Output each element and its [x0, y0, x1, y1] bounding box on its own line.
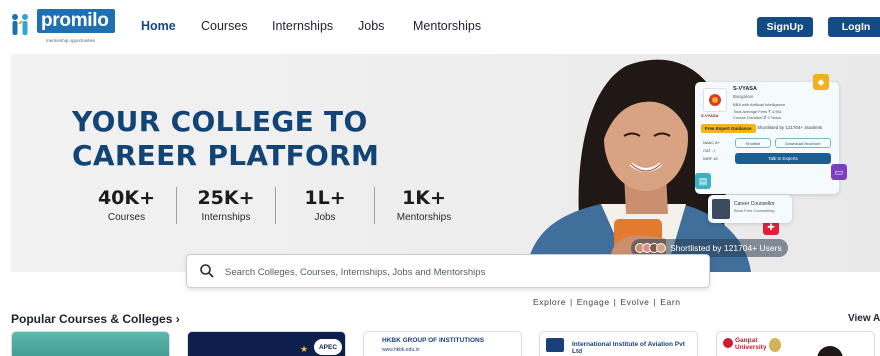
institute-logo-icon [546, 338, 564, 352]
course-card[interactable] [11, 331, 170, 356]
college-meta: NAAC A+ [703, 140, 721, 145]
signup-button[interactable]: SignUp [757, 17, 813, 37]
expert-guidance-badge: Free Expert Guidance [701, 124, 756, 133]
stat-value: 25K+ [197, 187, 255, 209]
avatar [656, 243, 666, 253]
college-title: HKBK GROUP OF INSTITUTIONS [382, 337, 485, 344]
popular-section-title[interactable]: Popular Courses & Colleges › [11, 312, 180, 326]
login-button[interactable]: LogIn [828, 17, 880, 37]
view-all-link[interactable]: View All [848, 313, 880, 324]
nav-courses[interactable]: Courses [201, 19, 248, 33]
college-location: Bangalore [733, 94, 754, 99]
college-duration: Course Duration ⏱ 2 Years [733, 115, 781, 120]
emblem-icon [769, 338, 781, 352]
user-avatars [635, 243, 666, 253]
stat-internships: 25K+ Internships [176, 187, 275, 224]
counselor-avatar [712, 199, 730, 219]
logo-wordmark: promilo [37, 9, 115, 33]
shortlist-button[interactable]: Shortlist [735, 138, 771, 148]
stat-value: 1L+ [304, 187, 346, 209]
logo-tagline: mentorship opportunities [46, 38, 96, 43]
course-card[interactable]: International Institute of Aviation Pvt … [539, 331, 698, 356]
course-card[interactable]: Ganpat University [716, 331, 875, 356]
promilo-logo[interactable]: promilo mentorship opportunities [10, 9, 115, 43]
course-card[interactable]: ★ APEC [187, 331, 346, 356]
shortlisted-text: Shortlisted by 121704+ Users [670, 243, 782, 253]
stat-label: Jobs [314, 212, 336, 223]
popular-title-text: Popular Courses & Colleges [11, 312, 173, 326]
search-input[interactable] [225, 263, 695, 281]
people-logo-icon [10, 13, 34, 39]
college-meta: NIRF #2 [703, 156, 718, 161]
nav-mentorships[interactable]: Mentorships [413, 19, 481, 33]
nav-home[interactable]: Home [141, 19, 176, 33]
talk-to-experts-button[interactable]: Talk to Experts [735, 153, 831, 164]
star-icon: ★ [300, 344, 309, 354]
counselor-subtitle: Book Free Counselling [734, 208, 775, 213]
top-navbar: promilo mentorship opportunities Home Co… [0, 0, 880, 54]
stat-mentorships: 1K+ Mentorships [374, 187, 473, 224]
download-brochure-button[interactable]: Download Brochure [775, 138, 831, 148]
shortlisted-count: Shortlisted by 121704+ Students [757, 125, 823, 130]
course-card[interactable]: HKBK GROUP OF INSTITUTIONS www.hkbk.edu.… [363, 331, 522, 356]
cube-icon: ◆ [813, 74, 829, 90]
hero-title: YOUR COLLEGE TO CAREER PLATFORM [72, 105, 380, 172]
tagline: Explore | Engage | Evolve | Earn [533, 297, 681, 307]
college-logo-icon [703, 88, 727, 112]
search-icon [200, 264, 214, 278]
document-icon: ▤ [695, 173, 711, 189]
college-title: International Institute of Aviation Pvt … [572, 341, 685, 355]
college-logo-text: S-VYASA [701, 113, 719, 118]
college-website: www.hkbk.edu.in [382, 347, 420, 353]
stat-value: 1K+ [402, 187, 446, 209]
college-course: BBA with Artificial Intelligence [733, 102, 786, 107]
hero-banner: YOUR COLLEGE TO CAREER PLATFORM 40K+ Cou… [11, 54, 880, 272]
stat-label: Internships [201, 212, 251, 223]
apec-logo: APEC [314, 339, 342, 355]
chat-icon: ▭ [831, 164, 847, 180]
university-logo-icon [723, 338, 733, 348]
college-title: Ganpat University [735, 337, 767, 351]
stat-label: Mentorships [396, 212, 452, 223]
stat-value: 40K+ [97, 187, 156, 209]
college-fees: Total Average Fees ₹ 4.96L [733, 109, 782, 114]
nav-jobs[interactable]: Jobs [358, 19, 384, 33]
stats-row: 40K+ Courses 25K+ Internships 1L+ Jobs 1… [77, 187, 473, 224]
search-bar[interactable] [186, 254, 710, 288]
nav-internships[interactable]: Internships [272, 19, 333, 33]
stat-label: Courses [107, 212, 146, 223]
counselor-title: Career Counsellor [734, 201, 775, 207]
stat-courses: 40K+ Courses [77, 187, 176, 224]
stat-jobs: 1L+ Jobs [275, 187, 374, 224]
college-card[interactable]: S-VYASA S-VYASA Bangalore BBA with Artif… [695, 82, 839, 194]
counselor-card[interactable]: Career Counsellor Book Free Counselling [708, 195, 792, 223]
chevron-right-icon: › [175, 312, 180, 326]
college-meta: CAT - I [703, 148, 716, 153]
person-photo [817, 346, 843, 356]
college-name: S-VYASA [733, 86, 757, 92]
